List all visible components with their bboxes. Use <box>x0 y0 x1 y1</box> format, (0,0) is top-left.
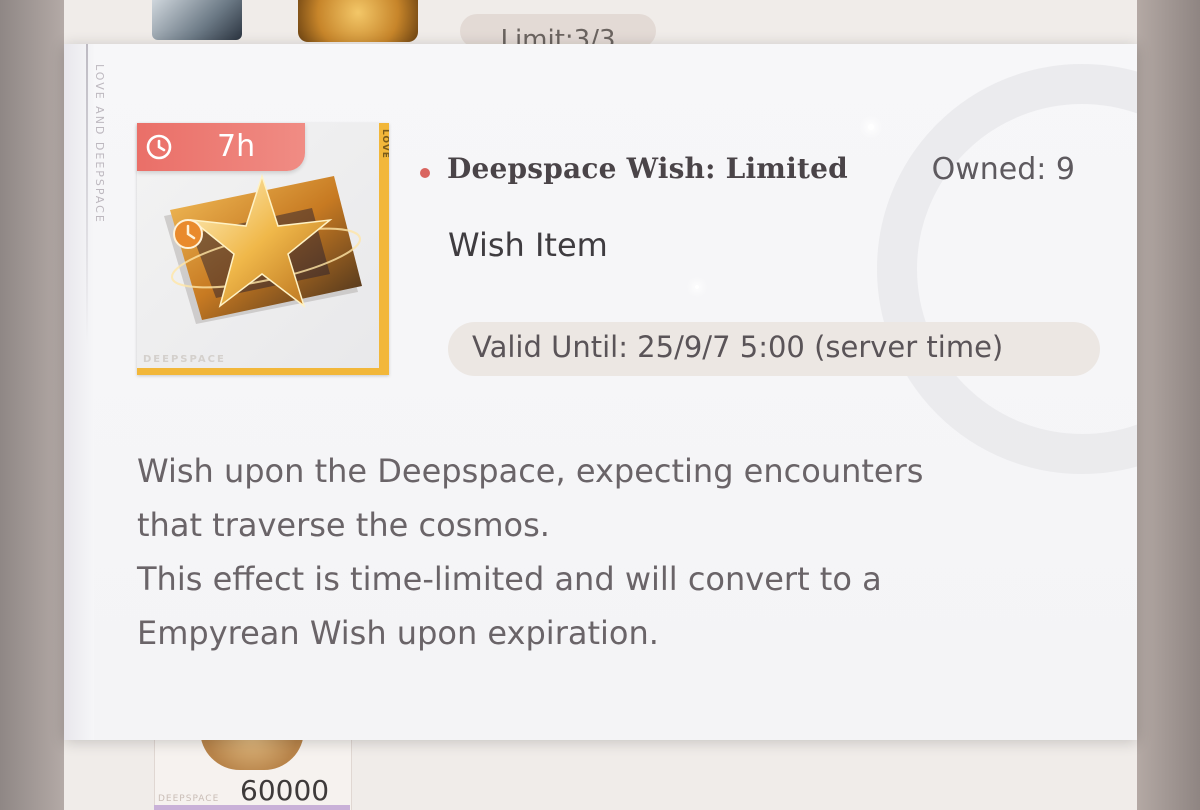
vertical-brand-text: LOVE AND DEEPSPACE <box>93 64 106 224</box>
clock-icon <box>146 134 172 160</box>
owned-count: Owned: 9 <box>931 152 1075 187</box>
price-card-bar <box>154 805 350 810</box>
item-detail-modal[interactable]: LOVE AND DEEPSPACE LOVE DEEPSPACE 7h Dee… <box>64 44 1137 740</box>
item-name: Deepspace Wish: Limited <box>447 152 848 185</box>
description-line: Wish upon the Deepspace, expecting encou… <box>137 452 924 490</box>
time-remaining: 7h <box>217 129 256 164</box>
item-card-rarity-bar <box>137 368 389 375</box>
item-description: Wish upon the Deepspace, expecting encou… <box>137 444 1037 660</box>
description-line: that traverse the cosmos. <box>137 506 550 544</box>
validity-badge: Valid Until: 25/9/7 5:00 (server time) <box>448 322 1100 376</box>
wish-star-ticket-icon <box>164 174 362 324</box>
bullet-dot <box>420 168 430 178</box>
decorative-arc <box>877 64 1137 474</box>
item-card-corner-brand: LOVE <box>380 129 389 159</box>
sparkle-decoration <box>868 124 874 130</box>
description-line: Empyrean Wish upon expiration. <box>137 614 659 652</box>
store-item-thumbnail[interactable] <box>152 0 242 40</box>
price-card-brand: DEEPSPACE <box>158 794 220 804</box>
item-type: Wish Item <box>448 226 608 264</box>
store-item-thumbnail[interactable] <box>298 0 418 42</box>
valid-until-text: Valid Until: 25/9/7 5:00 (server time) <box>472 330 1004 364</box>
item-price: 60000 <box>240 774 330 807</box>
time-limit-badge: 7h <box>137 123 305 171</box>
description-line: This effect is time-limited and will con… <box>137 560 882 598</box>
purchase-limit-badge: Limit:3/3 <box>460 14 656 48</box>
item-card-brand: DEEPSPACE <box>143 354 226 365</box>
sparkle-decoration <box>695 285 699 289</box>
